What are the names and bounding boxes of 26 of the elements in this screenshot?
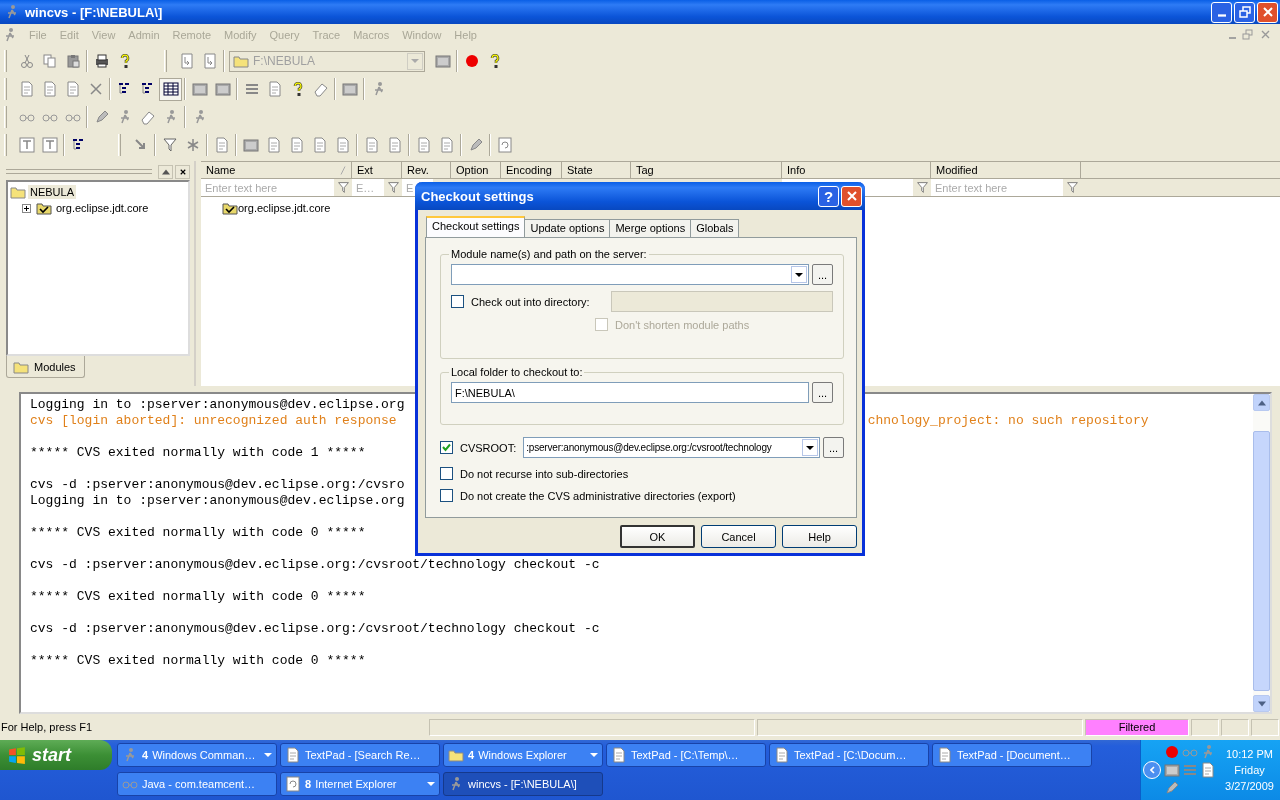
group-label: Module name(s) and path on the server: bbox=[450, 248, 648, 260]
checkbox-label: Do not create the CVS administrative directories (export) bbox=[460, 489, 736, 502]
checkbox-label: Don't shorten module paths bbox=[615, 318, 750, 331]
group-label: Local folder to checkout to: bbox=[450, 366, 584, 378]
log-line: chnology_project: no such repository bbox=[867, 413, 1149, 429]
log-line: cvs -d :pserver:anonymous@dev.eclipse.org:/cvsroot/technology checkout -c bbox=[30, 557, 600, 573]
log-line: Logging in to :pserver:anonymous@dev.eclipse.org bbox=[30, 397, 405, 413]
log-line: cvs -d :pserver:anonymous@dev.eclipse.org:/cvsroot/technology checkout -c bbox=[30, 621, 600, 637]
log-line: Logging in to :pserver:anonymous@dev.eclipse.org bbox=[30, 493, 405, 509]
dialog-title: Checkout settings bbox=[421, 188, 535, 204]
log-line: ***** CVS exited normally with code 0 ***** bbox=[30, 589, 366, 605]
log-line: cvs [login aborted]: unrecognized auth response bbox=[30, 413, 397, 429]
checkbox-label: Do not recurse into sub-directories bbox=[460, 467, 629, 480]
path-text: F:\NEBULA bbox=[253, 54, 316, 68]
log-line: cvs -d :pserver:anonymous@dev.eclipse.org:/cvsro bbox=[30, 477, 405, 493]
clock-day: Friday bbox=[1234, 764, 1265, 776]
window-title: wincvs - [F:\NEBULA\] bbox=[25, 4, 163, 20]
log-line: ***** CVS exited normally with code 1 ***** bbox=[30, 445, 366, 461]
checkbox-label: CVSROOT: bbox=[460, 441, 517, 454]
checkbox-label: Check out into directory: bbox=[471, 295, 590, 308]
log-line: ***** CVS exited normally with code 0 ***** bbox=[30, 525, 366, 541]
clock-time: 10:12 PM bbox=[1225, 748, 1274, 760]
filter-status: Filtered bbox=[1085, 718, 1189, 736]
status-text: For Help, press F1 bbox=[0, 721, 94, 733]
log-line: ***** CVS exited normally with code 0 ***** bbox=[30, 653, 366, 669]
clock-date: 3/27/2009 bbox=[1225, 780, 1274, 792]
